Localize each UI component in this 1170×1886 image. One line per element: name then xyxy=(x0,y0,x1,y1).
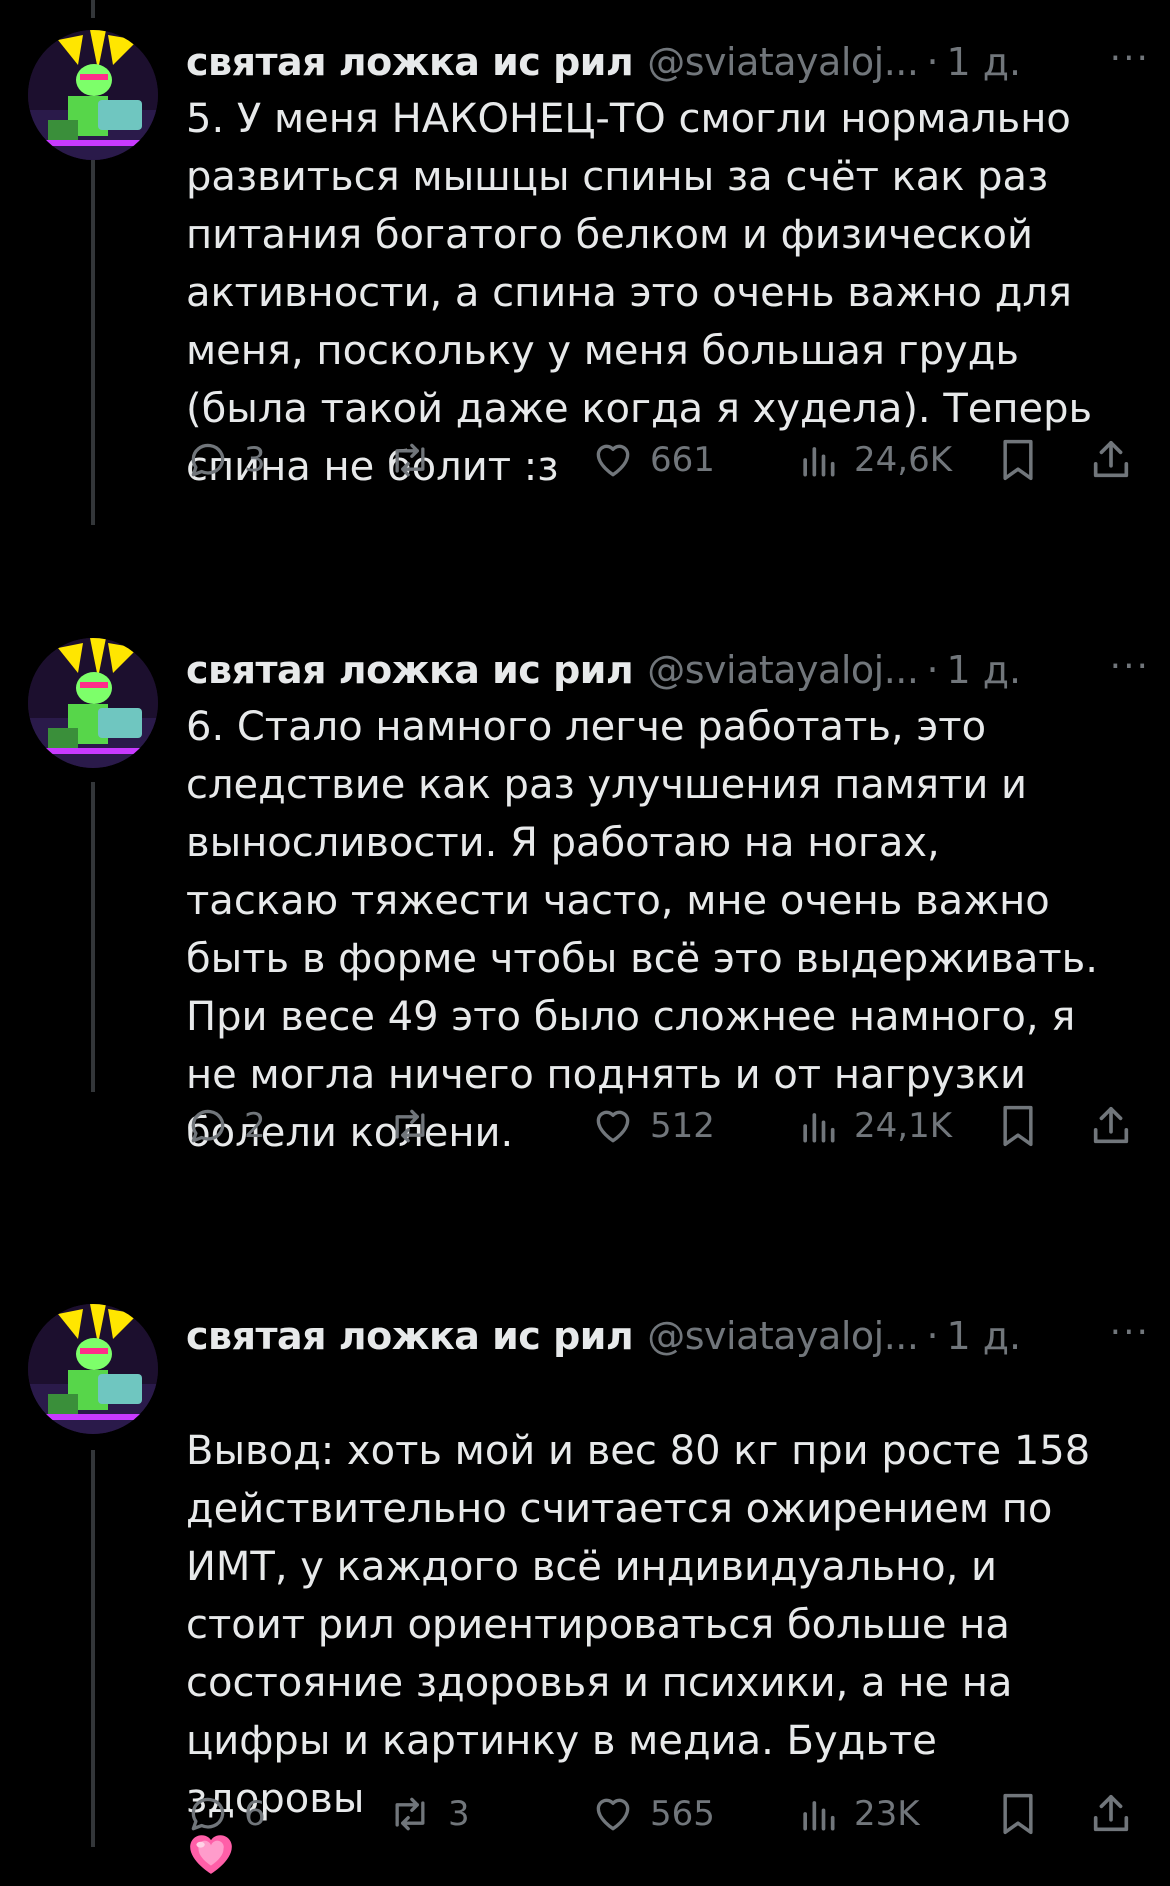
bookmark-button[interactable] xyxy=(996,1786,1040,1842)
share-upload-icon xyxy=(1093,1106,1129,1144)
like-count: 661 xyxy=(650,440,715,480)
tweet[interactable]: святая ложка ис рил @sviatayaloj... · 1 … xyxy=(0,30,1170,590)
reply-bubble-icon xyxy=(191,443,225,477)
author-name[interactable]: святая ложка ис рил xyxy=(186,648,634,692)
tweet-text: Вывод: хоть мой и вес 80 кг при росте 15… xyxy=(186,1428,1091,1822)
retweet-icon xyxy=(395,443,425,477)
views-bar-chart-icon xyxy=(803,1801,835,1831)
reply-count: 6 xyxy=(244,1794,266,1834)
tweet-time[interactable]: 1 д. xyxy=(947,40,1022,84)
views-count: 24,6K xyxy=(854,440,952,480)
avatar[interactable] xyxy=(28,638,158,768)
reply-count: 2 xyxy=(244,1106,266,1146)
author-handle[interactable]: @sviatayaloj... xyxy=(647,1314,919,1358)
views-count: 23K xyxy=(854,1794,920,1834)
avatar-image-icon xyxy=(28,30,158,160)
views-bar-chart-icon xyxy=(803,1113,835,1143)
reply-count: 3 xyxy=(244,440,266,480)
tweet[interactable]: святая ложка ис рил @sviatayaloj... · 1 … xyxy=(0,638,1170,1238)
tweet-header: святая ложка ис рил @sviatayaloj... · 1 … xyxy=(186,30,1146,94)
reply-button[interactable]: 3 xyxy=(186,432,266,488)
avatar[interactable] xyxy=(28,30,158,160)
heart-icon xyxy=(596,444,630,477)
retweet-button[interactable] xyxy=(386,432,448,488)
like-button[interactable]: 565 xyxy=(590,1786,715,1842)
bookmark-icon xyxy=(1003,1793,1033,1835)
like-button[interactable]: 512 xyxy=(590,1098,715,1154)
bookmark-icon xyxy=(1003,439,1033,481)
share-button[interactable] xyxy=(1088,1098,1134,1154)
tweet-actions: 2 512 24,1K xyxy=(186,1098,1146,1154)
retweet-button[interactable] xyxy=(386,1098,448,1154)
views-button[interactable]: 23K xyxy=(796,1786,920,1842)
more-options-icon[interactable]: ··· xyxy=(1110,646,1150,687)
author-handle[interactable]: @sviatayaloj... xyxy=(647,648,919,692)
more-options-icon[interactable]: ··· xyxy=(1110,38,1150,79)
views-button[interactable]: 24,6K xyxy=(796,432,952,488)
reply-button[interactable]: 6 xyxy=(186,1786,266,1842)
author-name[interactable]: святая ложка ис рил xyxy=(186,40,634,84)
bookmark-button[interactable] xyxy=(996,1098,1040,1154)
reply-bubble-icon xyxy=(191,1797,225,1831)
like-count: 565 xyxy=(650,1794,715,1834)
avatar-image-icon xyxy=(28,1304,158,1434)
retweet-icon xyxy=(395,1797,425,1831)
tweet-header: святая ложка ис рил @sviatayaloj... · 1 … xyxy=(186,1304,1146,1368)
thread-line-top xyxy=(91,0,95,18)
bookmark-button[interactable] xyxy=(996,432,1040,488)
tweet-actions: 6 3 565 23K xyxy=(186,1786,1146,1842)
reply-bubble-icon xyxy=(191,1109,225,1143)
separator-dot: · xyxy=(926,1314,939,1358)
tweet-time[interactable]: 1 д. xyxy=(947,648,1022,692)
separator-dot: · xyxy=(926,648,939,692)
author-handle[interactable]: @sviatayaloj... xyxy=(647,40,919,84)
avatar[interactable] xyxy=(28,1304,158,1434)
views-button[interactable]: 24,1K xyxy=(796,1098,952,1154)
more-options-icon[interactable]: ··· xyxy=(1110,1312,1150,1353)
share-upload-icon xyxy=(1093,1794,1129,1832)
heart-icon xyxy=(596,1798,630,1831)
avatar-image-icon xyxy=(28,638,158,768)
bookmark-icon xyxy=(1003,1105,1033,1147)
share-button[interactable] xyxy=(1088,1786,1134,1842)
separator-dot: · xyxy=(926,40,939,84)
tweet-actions: 3 661 24,6K xyxy=(186,432,1146,488)
heart-icon xyxy=(596,1110,630,1143)
like-button[interactable]: 661 xyxy=(590,432,715,488)
like-count: 512 xyxy=(650,1106,715,1146)
tweet-text: 6. Стало намного легче работать, это сле… xyxy=(186,704,1098,1156)
tweet-time[interactable]: 1 д. xyxy=(947,1314,1022,1358)
author-name[interactable]: святая ложка ис рил xyxy=(186,1314,634,1358)
retweet-icon xyxy=(395,1109,425,1143)
retweet-button[interactable]: 3 xyxy=(386,1786,470,1842)
views-count: 24,1K xyxy=(854,1106,952,1146)
tweet[interactable]: святая ложка ис рил @sviatayaloj... · 1 … xyxy=(0,1304,1170,1874)
share-upload-icon xyxy=(1093,440,1129,478)
views-bar-chart-icon xyxy=(803,447,835,477)
retweet-count: 3 xyxy=(448,1794,470,1834)
share-button[interactable] xyxy=(1088,432,1134,488)
tweet-header: святая ложка ис рил @sviatayaloj... · 1 … xyxy=(186,638,1146,702)
reply-button[interactable]: 2 xyxy=(186,1098,266,1154)
